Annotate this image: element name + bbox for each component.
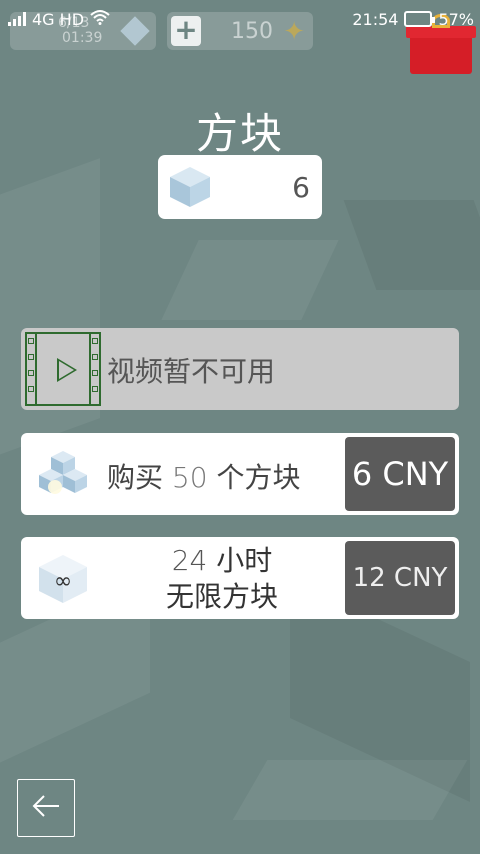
cubes-stack-icon [35, 447, 91, 503]
status-bar: 4G HD 21:54 57% [0, 0, 480, 38]
svg-text:∞: ∞ [54, 569, 72, 594]
infinity-cube-icon: ∞ [37, 553, 89, 605]
unlimited-cubes-price-button[interactable]: 12 CNY [345, 541, 455, 615]
clock: 21:54 [352, 9, 399, 29]
unlimited-cubes-label: 24 小时 无限方块 [165, 544, 278, 613]
wifi-icon [90, 9, 110, 29]
battery-icon [404, 11, 436, 27]
film-play-icon [25, 332, 101, 406]
buy-cubes-price-button[interactable]: 6 CNY [345, 437, 455, 511]
video-unavailable-label: 视频暂不可用 [107, 355, 276, 388]
network-label: 4G HD [32, 9, 85, 29]
watch-video-option[interactable]: 视频暂不可用 [21, 328, 459, 410]
battery-percent: 57% [438, 9, 474, 29]
buy-cubes-option[interactable]: 购买 50 个方块 6 CNY [21, 433, 459, 515]
back-button[interactable] [17, 779, 75, 837]
back-arrow-icon [31, 791, 61, 826]
cube-counter: 6 [158, 155, 322, 219]
cube-icon [168, 165, 212, 209]
signal-icon [8, 12, 26, 26]
unlimited-cubes-option[interactable]: ∞ 24 小时 无限方块 12 CNY [21, 537, 459, 619]
cube-count: 6 [292, 170, 310, 204]
page-title: 方块 [195, 109, 284, 158]
buy-cubes-label: 购买 50 个方块 [107, 461, 301, 494]
